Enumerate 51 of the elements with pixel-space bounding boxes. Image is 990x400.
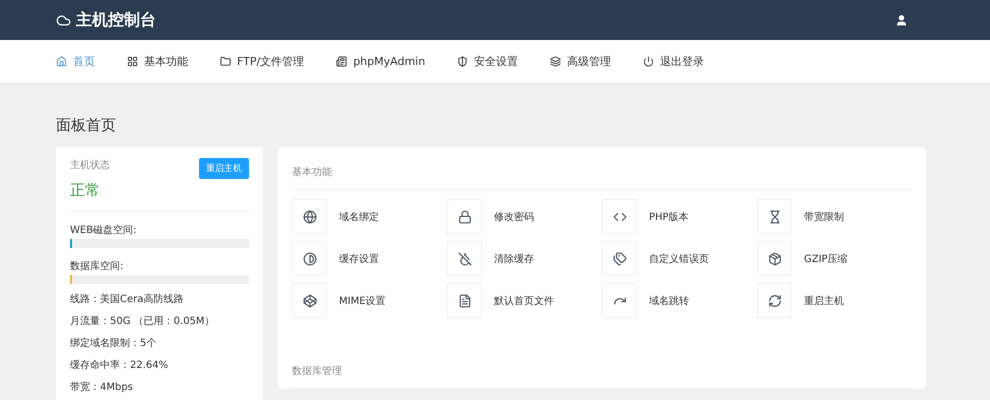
cube-icon [292,283,327,318]
info-line: 月流量：50G （已用：0.05M） [70,314,216,328]
info-line: 绑定域名限制：5个 [70,336,158,350]
shield-icon [457,56,468,67]
status-label: 主机状态 [70,158,110,172]
file-icon [447,283,482,318]
layers-icon [550,56,562,67]
section-title: 数据库管理 [292,358,912,389]
status-value: 正常 [70,181,101,200]
folder-icon [220,56,231,67]
newspaper-icon [336,56,348,67]
lock-icon [447,199,482,234]
home-icon [56,56,67,67]
refresh-icon [757,283,792,318]
function-tile[interactable]: 域名跳转 [602,283,757,318]
function-tile[interactable]: 自定义错误页 [602,241,757,276]
function-tile[interactable]: 域名绑定 [292,199,447,234]
app-title: 主机控制台 [76,10,156,30]
tags-icon [602,241,637,276]
nav-item[interactable]: FTP/文件管理 [220,54,304,69]
grid-icon [127,56,138,67]
info-line: 缓存命中率：22.64% [70,358,170,372]
hourglass-icon [757,199,792,234]
power-icon [643,56,654,67]
function-tile[interactable]: 默认首页文件 [447,283,602,318]
function-tile[interactable]: 清除缓存 [447,241,602,276]
nav-item[interactable]: 基本功能 [127,54,188,69]
nav-item[interactable]: phpMyAdmin [336,55,426,68]
meter-label: 数据库空间: [70,260,124,273]
function-tile[interactable]: 缓存设置 [292,241,447,276]
package-icon [757,241,792,276]
code-icon [602,199,637,234]
meter-label: WEB磁盘空间: [70,224,138,237]
function-tile[interactable]: GZIP压缩 [757,241,912,276]
function-tile[interactable]: PHP版本 [602,199,757,234]
section-title: 基本功能 [292,159,912,190]
page-title: 面板首页 [56,116,117,135]
nav-item[interactable]: 退出登录 [643,54,704,69]
function-tile[interactable]: 带宽限制 [757,199,912,234]
cloud-icon [56,12,71,28]
info-line: 线路：美国Cera高防线路 [70,292,184,306]
nav-item[interactable]: 安全设置 [457,54,518,69]
contrast-icon [292,241,327,276]
function-tile[interactable]: 重启主机 [757,283,912,318]
info-line: 带宽：4Mbps [70,380,134,394]
function-tile[interactable]: MIME设置 [292,283,447,318]
globe-icon [292,199,327,234]
droplet-off-icon [447,241,482,276]
nav-item[interactable]: 高级管理 [550,54,612,69]
user-icon[interactable] [895,14,908,26]
function-tile[interactable]: 修改密码 [447,199,602,234]
